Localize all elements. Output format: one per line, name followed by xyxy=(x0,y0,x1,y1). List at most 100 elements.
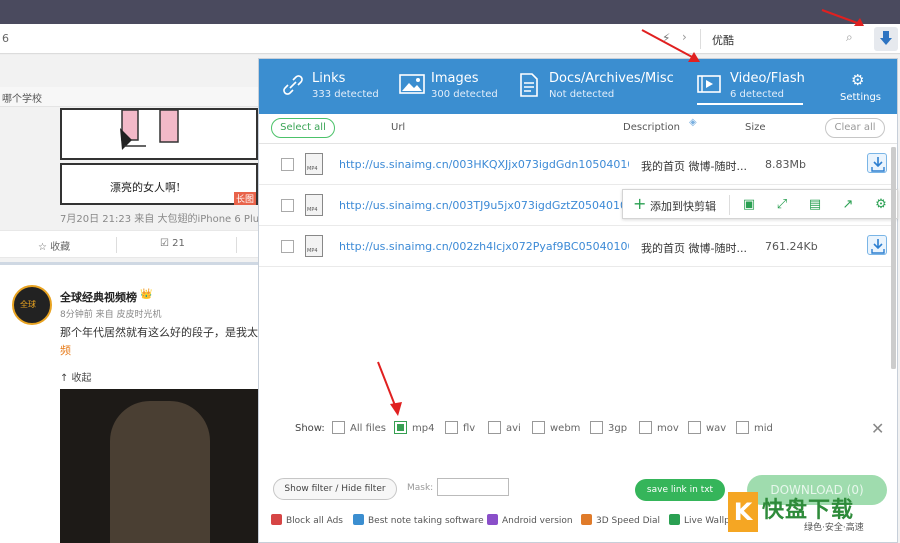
plus-icon[interactable]: + xyxy=(633,194,646,213)
row-size: 761.24Kb xyxy=(765,240,818,253)
file-type: MP4 xyxy=(307,207,318,213)
post-image-1[interactable] xyxy=(60,108,258,160)
image-caption: 漂亮的女人啊! xyxy=(110,181,181,194)
add-to-quickedit-button[interactable]: 添加到快剪辑 xyxy=(650,198,716,214)
promo-link[interactable]: Block all Ads xyxy=(271,514,343,526)
favorite-button[interactable]: ☆ 收藏 xyxy=(38,238,70,253)
row-description: 我的首页 微博-随时... xyxy=(641,242,747,255)
row-checkbox[interactable] xyxy=(281,240,294,253)
avatar[interactable]: 全球 xyxy=(12,285,52,325)
downloader-extension-button[interactable] xyxy=(874,27,898,51)
post-time: 8分钟前 来自 皮皮时光机 xyxy=(60,310,162,320)
checkbox[interactable] xyxy=(332,421,345,434)
column-size: Size xyxy=(745,122,766,133)
clear-all-button[interactable]: Clear all xyxy=(825,118,885,138)
row-checkbox[interactable] xyxy=(281,199,294,212)
address-text[interactable]: 6 xyxy=(2,32,9,45)
school-bar: 哪个学校 xyxy=(0,87,258,107)
row-description: 我的首页 微博-随时... xyxy=(641,160,747,173)
gear-icon[interactable]: ⚙ xyxy=(872,196,890,214)
checkbox[interactable] xyxy=(532,421,545,434)
filter-label: mov xyxy=(657,423,679,434)
search-icon[interactable]: ⌕ xyxy=(846,30,853,45)
checkbox[interactable] xyxy=(488,421,501,434)
checkbox[interactable] xyxy=(445,421,458,434)
tab-video[interactable]: Video/Flash 6 detected xyxy=(697,59,807,114)
tab-docs[interactable]: Docs/Archives/Misc Not detected xyxy=(519,59,689,114)
row-checkbox[interactable] xyxy=(281,158,294,171)
crown-icon: 👑 xyxy=(140,289,153,300)
row-download-button[interactable] xyxy=(867,153,887,173)
cartoon-image xyxy=(120,109,179,150)
tab-images[interactable]: Images 300 detected xyxy=(399,59,509,114)
post-more-link[interactable]: 频 xyxy=(60,342,71,358)
play-store-icon xyxy=(487,514,498,525)
screen-icon[interactable]: ▣ xyxy=(740,196,758,214)
address-bar[interactable]: 6 ⚡ › 优酷 ⌕ xyxy=(0,24,900,54)
filter-label: webm xyxy=(550,423,581,434)
annotation-arrow xyxy=(377,361,402,416)
promo-link[interactable]: Live Wallp xyxy=(669,514,730,526)
select-all-button[interactable]: Select all xyxy=(271,118,335,138)
save-links-button[interactable]: save link in txt xyxy=(635,479,725,501)
checkbox[interactable] xyxy=(736,421,749,434)
tab-links[interactable]: Links 333 detected xyxy=(281,59,391,114)
video-icon xyxy=(697,75,721,93)
filter-label: mid xyxy=(754,423,773,434)
checkbox[interactable] xyxy=(688,421,701,434)
table-row[interactable]: MP4 http://us.sinaimg.cn/002zh4lcjx072Py… xyxy=(259,227,895,267)
file-type: MP4 xyxy=(307,166,318,172)
panel-header: Links 333 detected Images 300 detected D… xyxy=(259,59,897,114)
promo-label: Best note taking software xyxy=(368,516,484,526)
table-row[interactable]: MP4 http://us.sinaimg.cn/003HKQXJjx073ig… xyxy=(259,145,895,185)
settings-button[interactable]: ⚙ Settings xyxy=(831,71,891,107)
tab-links-title: Links xyxy=(312,71,346,86)
promo-link[interactable]: Android version xyxy=(487,514,573,526)
row-url[interactable]: http://us.sinaimg.cn/003TJ9u5jx073igdGzt… xyxy=(339,199,629,212)
promo-link[interactable]: Best note taking software xyxy=(353,514,484,526)
video-figure xyxy=(110,401,210,543)
tab-video-count: 6 detected xyxy=(730,89,785,100)
promo-link[interactable]: 3D Speed Dial xyxy=(581,514,660,526)
share-icon[interactable]: ↗ xyxy=(839,196,857,214)
post-card: 全球 全球经典视频榜 👑 8分钟前 来自 皮皮时光机 那个年代居然就有这么好的段… xyxy=(0,262,258,543)
download-icon xyxy=(871,157,885,172)
checkbox[interactable] xyxy=(639,421,652,434)
row-url[interactable]: http://us.sinaimg.cn/003HKQXJjx073igdGdn… xyxy=(339,158,629,171)
divider xyxy=(729,195,730,215)
promo-label: Android version xyxy=(502,516,573,526)
mp4-file-icon: MP4 xyxy=(305,194,323,216)
tab-links-count: 333 detected xyxy=(312,89,379,100)
checkbox[interactable] xyxy=(590,421,603,434)
post-image-2[interactable]: 漂亮的女人啊! xyxy=(60,163,258,205)
save-icon[interactable]: ▤ xyxy=(806,196,824,214)
close-icon[interactable]: ✕ xyxy=(871,419,884,438)
promo-label: Block all Ads xyxy=(286,516,343,526)
checkbox-checked[interactable] xyxy=(394,421,407,434)
tab-images-count: 300 detected xyxy=(431,89,498,100)
row-download-button[interactable] xyxy=(867,235,887,255)
tab-docs-title: Docs/Archives/Misc xyxy=(549,71,674,86)
shield-icon xyxy=(271,514,282,525)
row-url[interactable]: http://us.sinaimg.cn/002zh4lcjx072Pyaf9B… xyxy=(339,240,629,253)
logo-subtext: 绿色·安全·高速 xyxy=(804,523,864,533)
window-titlebar xyxy=(0,0,900,24)
toggle-filter-button[interactable]: Show filter / Hide filter xyxy=(273,478,397,500)
post-meta: 7月20日 21:23 来自 大包翅的iPhone 6 Plus xyxy=(60,214,265,225)
post-actions: ☆ 收藏 ☑ 21 xyxy=(0,230,258,258)
video-thumbnail[interactable] xyxy=(60,389,258,543)
search-box-text[interactable]: 优酷 xyxy=(712,32,734,48)
fullscreen-icon[interactable]: ⤢ xyxy=(773,196,791,214)
scrollbar-thumb[interactable] xyxy=(891,147,896,369)
tab-docs-count: Not detected xyxy=(549,89,615,100)
annotation-arrow xyxy=(821,9,864,26)
pin-icon[interactable]: ◈ xyxy=(689,117,697,128)
collapse-link[interactable]: ↑ 收起 xyxy=(60,369,92,384)
forward-button[interactable]: ☑ 21 xyxy=(160,238,185,249)
mask-input[interactable] xyxy=(437,478,509,496)
long-image-badge: 长图 xyxy=(234,192,257,205)
poster-name[interactable]: 全球经典视频榜 xyxy=(60,289,137,305)
column-url: Url xyxy=(391,122,406,133)
promo-label: 3D Speed Dial xyxy=(596,516,661,526)
gear-icon: ⚙ xyxy=(851,71,865,89)
